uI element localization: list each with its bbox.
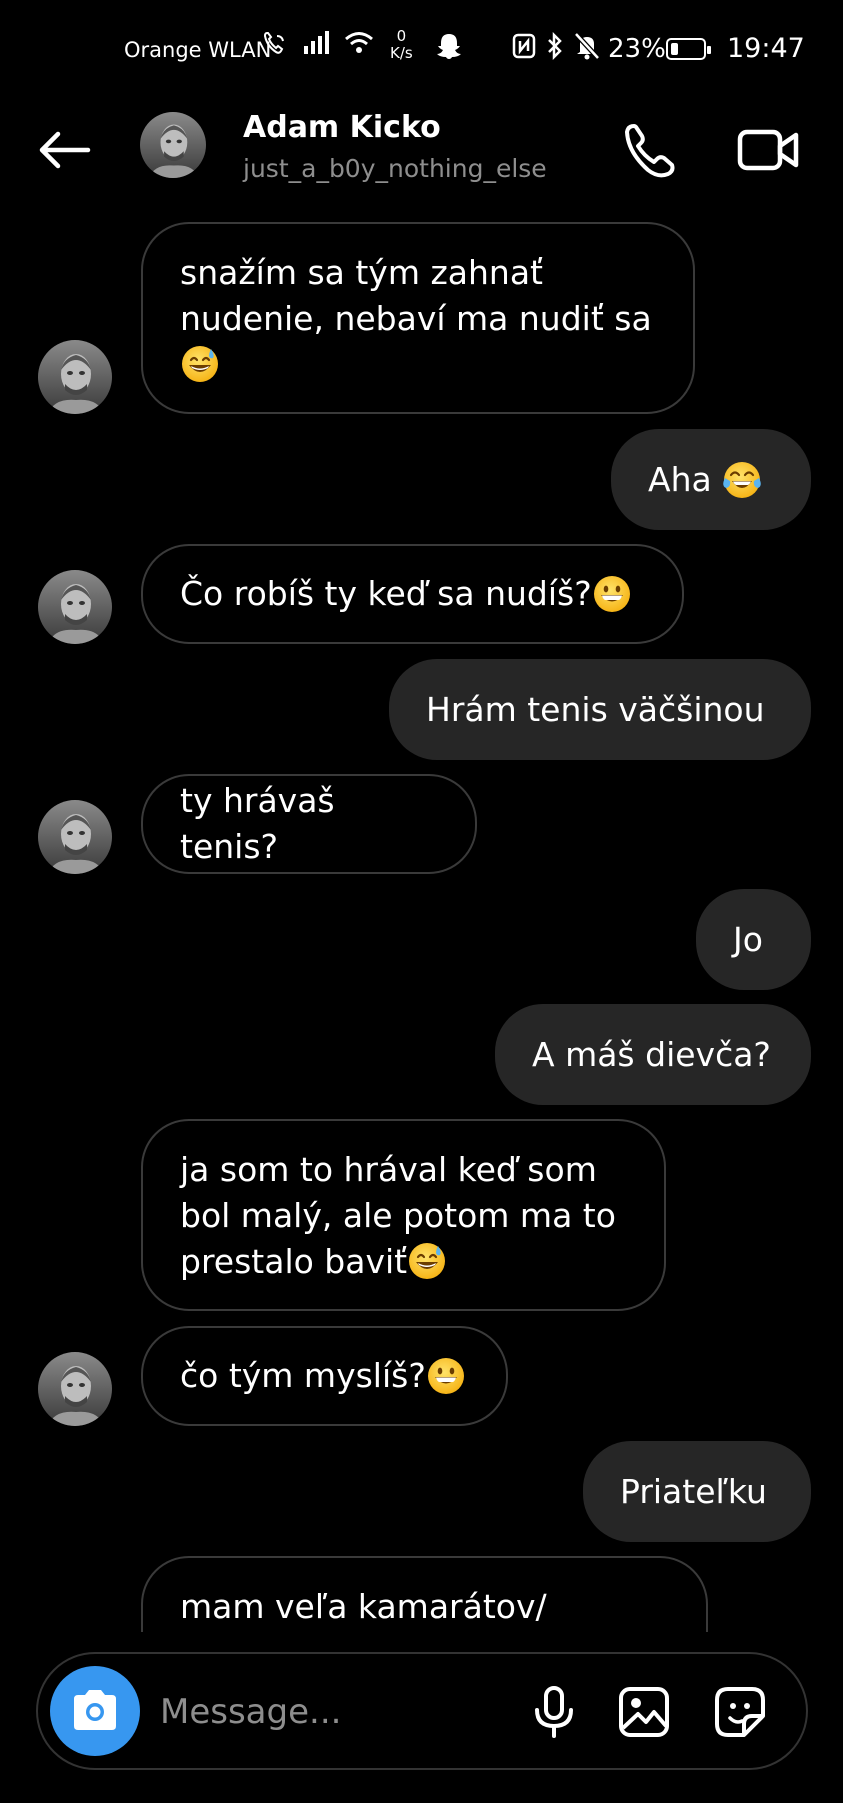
back-button[interactable] xyxy=(36,130,96,170)
outgoing-message[interactable]: Priateľku xyxy=(583,1441,811,1542)
contact-name[interactable]: Adam Kicko xyxy=(243,110,441,145)
cellular-signal-icon xyxy=(304,31,329,54)
network-speed: 0 K/s xyxy=(390,27,413,62)
grin-emoji-icon xyxy=(593,576,630,612)
outgoing-message[interactable]: Hrám tenis väčšinou xyxy=(389,659,811,760)
nfc-icon xyxy=(512,33,536,59)
image-icon xyxy=(619,1687,669,1737)
outgoing-message[interactable]: Jo xyxy=(696,889,811,990)
microphone-icon xyxy=(535,1686,573,1738)
battery-percentage: 23% xyxy=(608,34,666,64)
incoming-message[interactable]: ty hrávaš tenis? xyxy=(141,774,477,874)
phone-icon xyxy=(625,124,675,178)
message-thread[interactable]: snažím sa tým zahnať nudenie, nebaví ma … xyxy=(0,200,843,1632)
audio-call-button[interactable] xyxy=(620,120,680,180)
back-arrow-icon xyxy=(39,131,91,169)
incoming-message[interactable]: čo tým myslíš? xyxy=(141,1326,508,1426)
sweat-smile-emoji-icon xyxy=(408,1241,447,1281)
muted-bell-icon xyxy=(574,32,600,60)
sticker-icon xyxy=(715,1687,765,1737)
status-time: 19:47 xyxy=(727,33,805,64)
message-input[interactable] xyxy=(158,1680,542,1744)
carrier-label: Orange WLAN xyxy=(124,38,272,62)
message-composer xyxy=(36,1652,808,1770)
wifi-calling-icon xyxy=(263,32,284,54)
grin-emoji-icon xyxy=(427,1358,464,1394)
sender-avatar[interactable] xyxy=(38,800,112,874)
sender-avatar[interactable] xyxy=(38,570,112,644)
sender-avatar[interactable] xyxy=(38,1352,112,1426)
sweat-smile-emoji-icon xyxy=(180,344,220,384)
bluetooth-icon xyxy=(548,32,562,60)
sender-avatar[interactable] xyxy=(38,340,112,414)
gallery-button[interactable] xyxy=(614,1682,674,1742)
tears-of-joy-emoji-icon xyxy=(722,460,763,499)
status-bar: Orange WLAN 0 K/s 23% 19:47 xyxy=(0,0,843,100)
incoming-message[interactable]: Čo robíš ty keď sa nudíš? xyxy=(141,544,684,644)
video-camera-icon xyxy=(737,129,799,171)
incoming-message[interactable]: snažím sa tým zahnať nudenie, nebaví ma … xyxy=(141,222,695,414)
incoming-message[interactable]: mam veľa kamarátov/ xyxy=(141,1556,708,1632)
video-call-button[interactable] xyxy=(735,120,803,180)
sticker-button[interactable] xyxy=(710,1682,770,1742)
voice-message-button[interactable] xyxy=(524,1682,584,1742)
contact-username[interactable]: just_a_b0y_nothing_else xyxy=(243,154,547,183)
camera-button[interactable] xyxy=(50,1666,140,1756)
contact-avatar[interactable] xyxy=(140,112,206,178)
outgoing-message[interactable]: Aha xyxy=(611,429,811,530)
wifi-icon xyxy=(345,32,373,53)
snapchat-icon xyxy=(437,34,461,59)
battery-icon xyxy=(666,38,711,60)
camera-icon xyxy=(74,1690,116,1730)
chat-header: Adam Kicko just_a_b0y_nothing_else xyxy=(0,100,843,200)
outgoing-message[interactable]: A máš dievča? xyxy=(495,1004,811,1105)
incoming-message[interactable]: ja som to hrával keď som bol malý, ale p… xyxy=(141,1119,666,1311)
